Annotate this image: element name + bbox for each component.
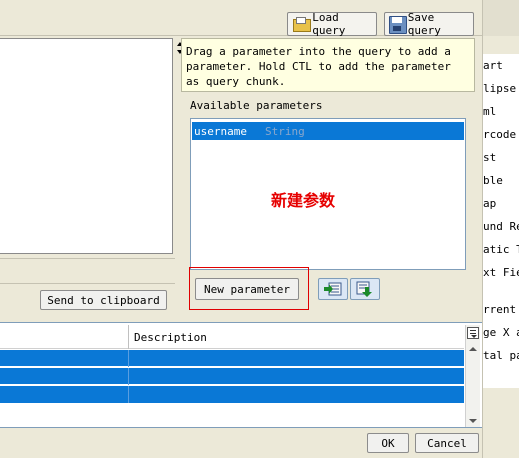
sidebar-lower-list: rrent ge X a tal pa [483, 298, 519, 388]
table-row[interactable] [0, 350, 464, 367]
sidebar-item[interactable]: ble [483, 169, 519, 192]
results-table: Description [0, 322, 482, 428]
column-divider[interactable] [128, 325, 129, 349]
export-parameter-button[interactable] [350, 278, 380, 300]
scroll-up-arrow-icon[interactable] [469, 347, 477, 351]
ok-label: OK [381, 436, 395, 450]
available-parameters-title: Available parameters [190, 99, 323, 112]
folder-open-icon [292, 17, 311, 32]
sidebar-list: art lipse ml rcode st ble ap und Re atic… [483, 54, 519, 304]
sidebar-item[interactable]: xt Fie [483, 261, 519, 284]
list-item[interactable]: username String [192, 122, 464, 140]
right-sidebar: art lipse ml rcode st ble ap und Re atic… [482, 0, 519, 458]
column-header-description[interactable]: Description [134, 331, 207, 344]
sidebar-item[interactable]: atic T [483, 238, 519, 261]
parameters-list[interactable]: username String 新建参数 [190, 118, 466, 270]
sidebar-header [483, 0, 519, 36]
column-chooser-icon[interactable] [467, 327, 479, 339]
import-parameter-button[interactable] [318, 278, 348, 300]
cell-divider [128, 368, 129, 385]
parameter-type: String [264, 124, 305, 138]
sidebar-item[interactable]: ge X a [483, 321, 519, 344]
table-row[interactable] [0, 368, 464, 385]
send-to-clipboard-label: Send to clipboard [47, 293, 160, 307]
export-icon [356, 281, 372, 297]
send-to-clipboard-button[interactable]: Send to clipboard [40, 290, 167, 310]
save-query-button[interactable]: Save query [384, 11, 474, 37]
table-scrollbar[interactable] [465, 325, 480, 427]
sidebar-item[interactable]: rrent [483, 298, 519, 321]
sidebar-item[interactable]: ap [483, 192, 519, 215]
hint-text: Drag a parameter into the query to add a… [186, 45, 451, 88]
sidebar-item[interactable]: und Re [483, 215, 519, 238]
cancel-label: Cancel [427, 436, 467, 450]
load-query-label: Load query [312, 11, 346, 37]
cancel-button[interactable]: Cancel [415, 433, 479, 453]
new-parameter-button[interactable]: New parameter [195, 278, 299, 300]
query-editor[interactable] [0, 38, 173, 254]
load-query-button[interactable]: Load query [287, 11, 377, 37]
cell-divider [128, 350, 129, 367]
sidebar-item[interactable]: art [483, 54, 519, 77]
ok-button[interactable]: OK [367, 433, 409, 453]
import-icon [324, 282, 342, 296]
sidebar-item[interactable]: st [483, 146, 519, 169]
save-icon [389, 16, 407, 34]
sidebar-item[interactable]: lipse [483, 77, 519, 100]
left-status-strip [0, 258, 175, 284]
annotation-new-parameter: 新建参数 [271, 191, 336, 210]
sidebar-item[interactable]: ml [483, 100, 519, 123]
sidebar-item[interactable]: tal pa [483, 344, 519, 367]
cell-divider [128, 386, 129, 403]
new-parameter-label: New parameter [203, 282, 291, 296]
table-header: Description [0, 325, 464, 349]
table-row[interactable] [0, 386, 464, 403]
save-query-label: Save query [407, 11, 441, 37]
parameter-name: username [194, 124, 247, 138]
sidebar-item[interactable]: rcode [483, 123, 519, 146]
hint-box: Drag a parameter into the query to add a… [181, 38, 475, 92]
scroll-down-arrow-icon[interactable] [469, 419, 477, 423]
